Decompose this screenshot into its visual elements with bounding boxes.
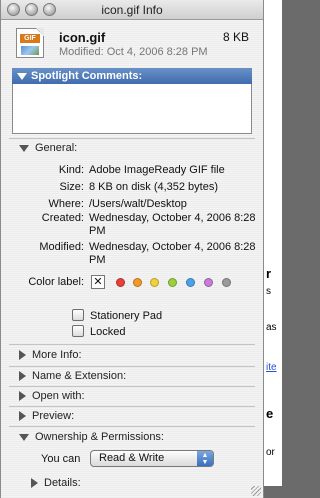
no-color-label-button[interactable]: ✕	[91, 275, 105, 289]
color-label-red[interactable]	[116, 278, 125, 287]
disclosure-open-icon	[19, 144, 29, 152]
color-label-blue[interactable]	[186, 278, 195, 287]
where-value: /Users/walt/Desktop	[89, 198, 187, 210]
modified-value: Wednesday, October 4, 2006 8:28 PM	[89, 241, 256, 266]
divider	[9, 386, 255, 387]
spotlight-comments-label: Spotlight Comments:	[31, 70, 143, 82]
section-preview-label: Preview:	[32, 410, 75, 422]
spotlight-comments-header[interactable]: Spotlight Comments:	[12, 68, 252, 84]
title-bar[interactable]: icon.gif Info	[1, 0, 263, 20]
created-label: Created:	[41, 212, 84, 224]
disclosure-closed-icon	[19, 411, 26, 421]
you-can-label: You can	[41, 453, 81, 465]
color-label-gray[interactable]	[222, 278, 231, 287]
section-name-extension-label: Name & Extension:	[32, 370, 127, 382]
section-open-with-label: Open with:	[32, 390, 85, 402]
section-open-with[interactable]: Open with:	[19, 390, 85, 402]
divider	[9, 366, 255, 367]
section-name-extension[interactable]: Name & Extension:	[19, 370, 126, 382]
section-more-info-label: More Info:	[32, 349, 82, 361]
resize-grip-icon[interactable]	[251, 486, 261, 496]
kind-value: Adobe ImageReady GIF file	[89, 164, 225, 176]
bg-fragment: e	[266, 406, 274, 421]
where-label: Where:	[48, 198, 84, 210]
file-header: GIF icon.gif 8 KB Modified: Oct 4, 2006 …	[1, 20, 263, 62]
spotlight-comments-field[interactable]	[12, 84, 252, 134]
section-general[interactable]: General:	[19, 142, 77, 154]
file-name: icon.gif	[59, 30, 106, 45]
disclosure-closed-icon	[19, 391, 26, 401]
disclosure-closed-icon	[19, 350, 26, 360]
section-details-label: Details:	[44, 477, 81, 489]
divider	[9, 406, 255, 407]
bg-fragment: as	[266, 322, 277, 333]
divider	[9, 426, 255, 427]
section-ownership-label: Ownership & Permissions:	[35, 431, 164, 443]
info-window: icon.gif Info GIF icon.gif 8 KB Modified…	[0, 0, 264, 498]
file-modified: Modified: Oct 4, 2006 8:28 PM	[59, 46, 208, 58]
size-value: 8 KB on disk (4,352 bytes)	[89, 181, 219, 193]
bg-fragment: ite	[266, 362, 277, 373]
color-label-yellow[interactable]	[150, 278, 159, 287]
permission-value: Read & Write	[99, 452, 165, 464]
image-preview-icon	[21, 46, 39, 55]
size-label: Size:	[59, 181, 84, 193]
gif-badge: GIF	[20, 34, 40, 43]
section-general-label: General:	[35, 142, 78, 154]
section-details[interactable]: Details:	[31, 477, 81, 489]
bg-bottom	[262, 486, 282, 498]
section-ownership[interactable]: Ownership & Permissions:	[19, 431, 164, 443]
divider	[9, 138, 255, 139]
bg-fragment: or	[266, 447, 275, 458]
color-label-orange[interactable]	[133, 278, 142, 287]
file-size: 8 KB	[222, 30, 249, 44]
stationery-pad-checkbox[interactable]	[72, 309, 84, 321]
color-label-purple[interactable]	[204, 278, 213, 287]
disclosure-closed-icon	[31, 478, 38, 488]
stationery-pad-label: Stationery Pad	[90, 310, 163, 322]
modified-label: Modified:	[39, 241, 84, 253]
locked-checkbox[interactable]	[72, 325, 84, 337]
gif-file-icon: GIF	[16, 28, 44, 58]
bg-fragment: s	[266, 286, 271, 297]
section-preview[interactable]: Preview:	[19, 410, 74, 422]
locked-label: Locked	[90, 326, 126, 338]
bg-fragment: r	[266, 266, 272, 281]
popup-arrows-icon: ▲ ▼	[197, 451, 213, 466]
disclosure-open-icon	[19, 433, 29, 441]
divider	[9, 344, 255, 345]
background-window: r s as ite e or	[262, 0, 282, 498]
kind-label: Kind:	[58, 164, 84, 176]
color-label-green[interactable]	[168, 278, 177, 287]
created-value: Wednesday, October 4, 2006 8:28 PM	[89, 212, 256, 237]
disclosure-open-icon	[17, 72, 27, 80]
window-title: icon.gif Info	[101, 3, 163, 17]
disclosure-closed-icon	[19, 371, 26, 381]
section-more-info[interactable]: More Info:	[19, 349, 82, 361]
color-label: Color label:	[28, 276, 84, 288]
permission-popup[interactable]: Read & Write ▲ ▼	[90, 450, 214, 467]
